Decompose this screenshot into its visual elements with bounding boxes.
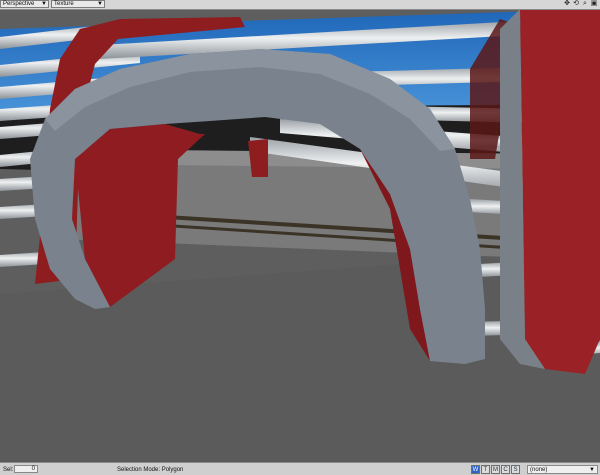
morph-mode-button[interactable]: M — [491, 465, 500, 474]
perspective-viewport[interactable] — [0, 9, 600, 462]
selection-mode-text: Selection Mode: Polygon — [117, 467, 184, 473]
texture-mode-button[interactable]: T — [481, 465, 490, 474]
status-bar: Sel: 0 Selection Mode: Polygon W T M C S… — [0, 462, 600, 475]
viewport-header: Perspective ▼ Texture ▼ ✥ ⟲ ⌕ ▣ — [0, 0, 600, 10]
viewport-controls: ✥ ⟲ ⌕ ▣ — [563, 0, 598, 8]
chevron-down-icon: ▼ — [41, 1, 47, 7]
modeler-window: Perspective ▼ Texture ▼ ✥ ⟲ ⌕ ▣ Sel: 0 S… — [0, 0, 600, 475]
chevron-down-icon: ▼ — [97, 1, 103, 7]
surface-value: (none) — [530, 467, 548, 473]
rotate-view-icon[interactable]: ⟲ — [572, 0, 580, 8]
move-view-icon[interactable]: ✥ — [563, 0, 571, 8]
shading-mode-dropdown[interactable]: Texture ▼ — [51, 0, 105, 8]
view-mode-value: Perspective — [3, 1, 35, 7]
color-mode-button[interactable]: C — [501, 465, 510, 474]
zoom-view-icon[interactable]: ⌕ — [581, 0, 589, 8]
maximize-view-icon[interactable]: ▣ — [590, 0, 598, 8]
view-mode-dropdown[interactable]: Perspective ▼ — [0, 0, 49, 8]
mode-buttons: W T M C S — [471, 465, 520, 474]
shading-mode-value: Texture — [54, 1, 74, 7]
surface-dropdown[interactable]: (none) ▼ — [527, 465, 598, 474]
right-red-column — [520, 9, 600, 374]
subpatch-mode-button[interactable]: S — [511, 465, 520, 474]
selection-count-label: Sel: — [3, 467, 14, 473]
chevron-down-icon: ▼ — [589, 467, 595, 473]
selection-count-field: 0 — [14, 465, 38, 473]
wireframe-mode-button[interactable]: W — [471, 465, 480, 474]
